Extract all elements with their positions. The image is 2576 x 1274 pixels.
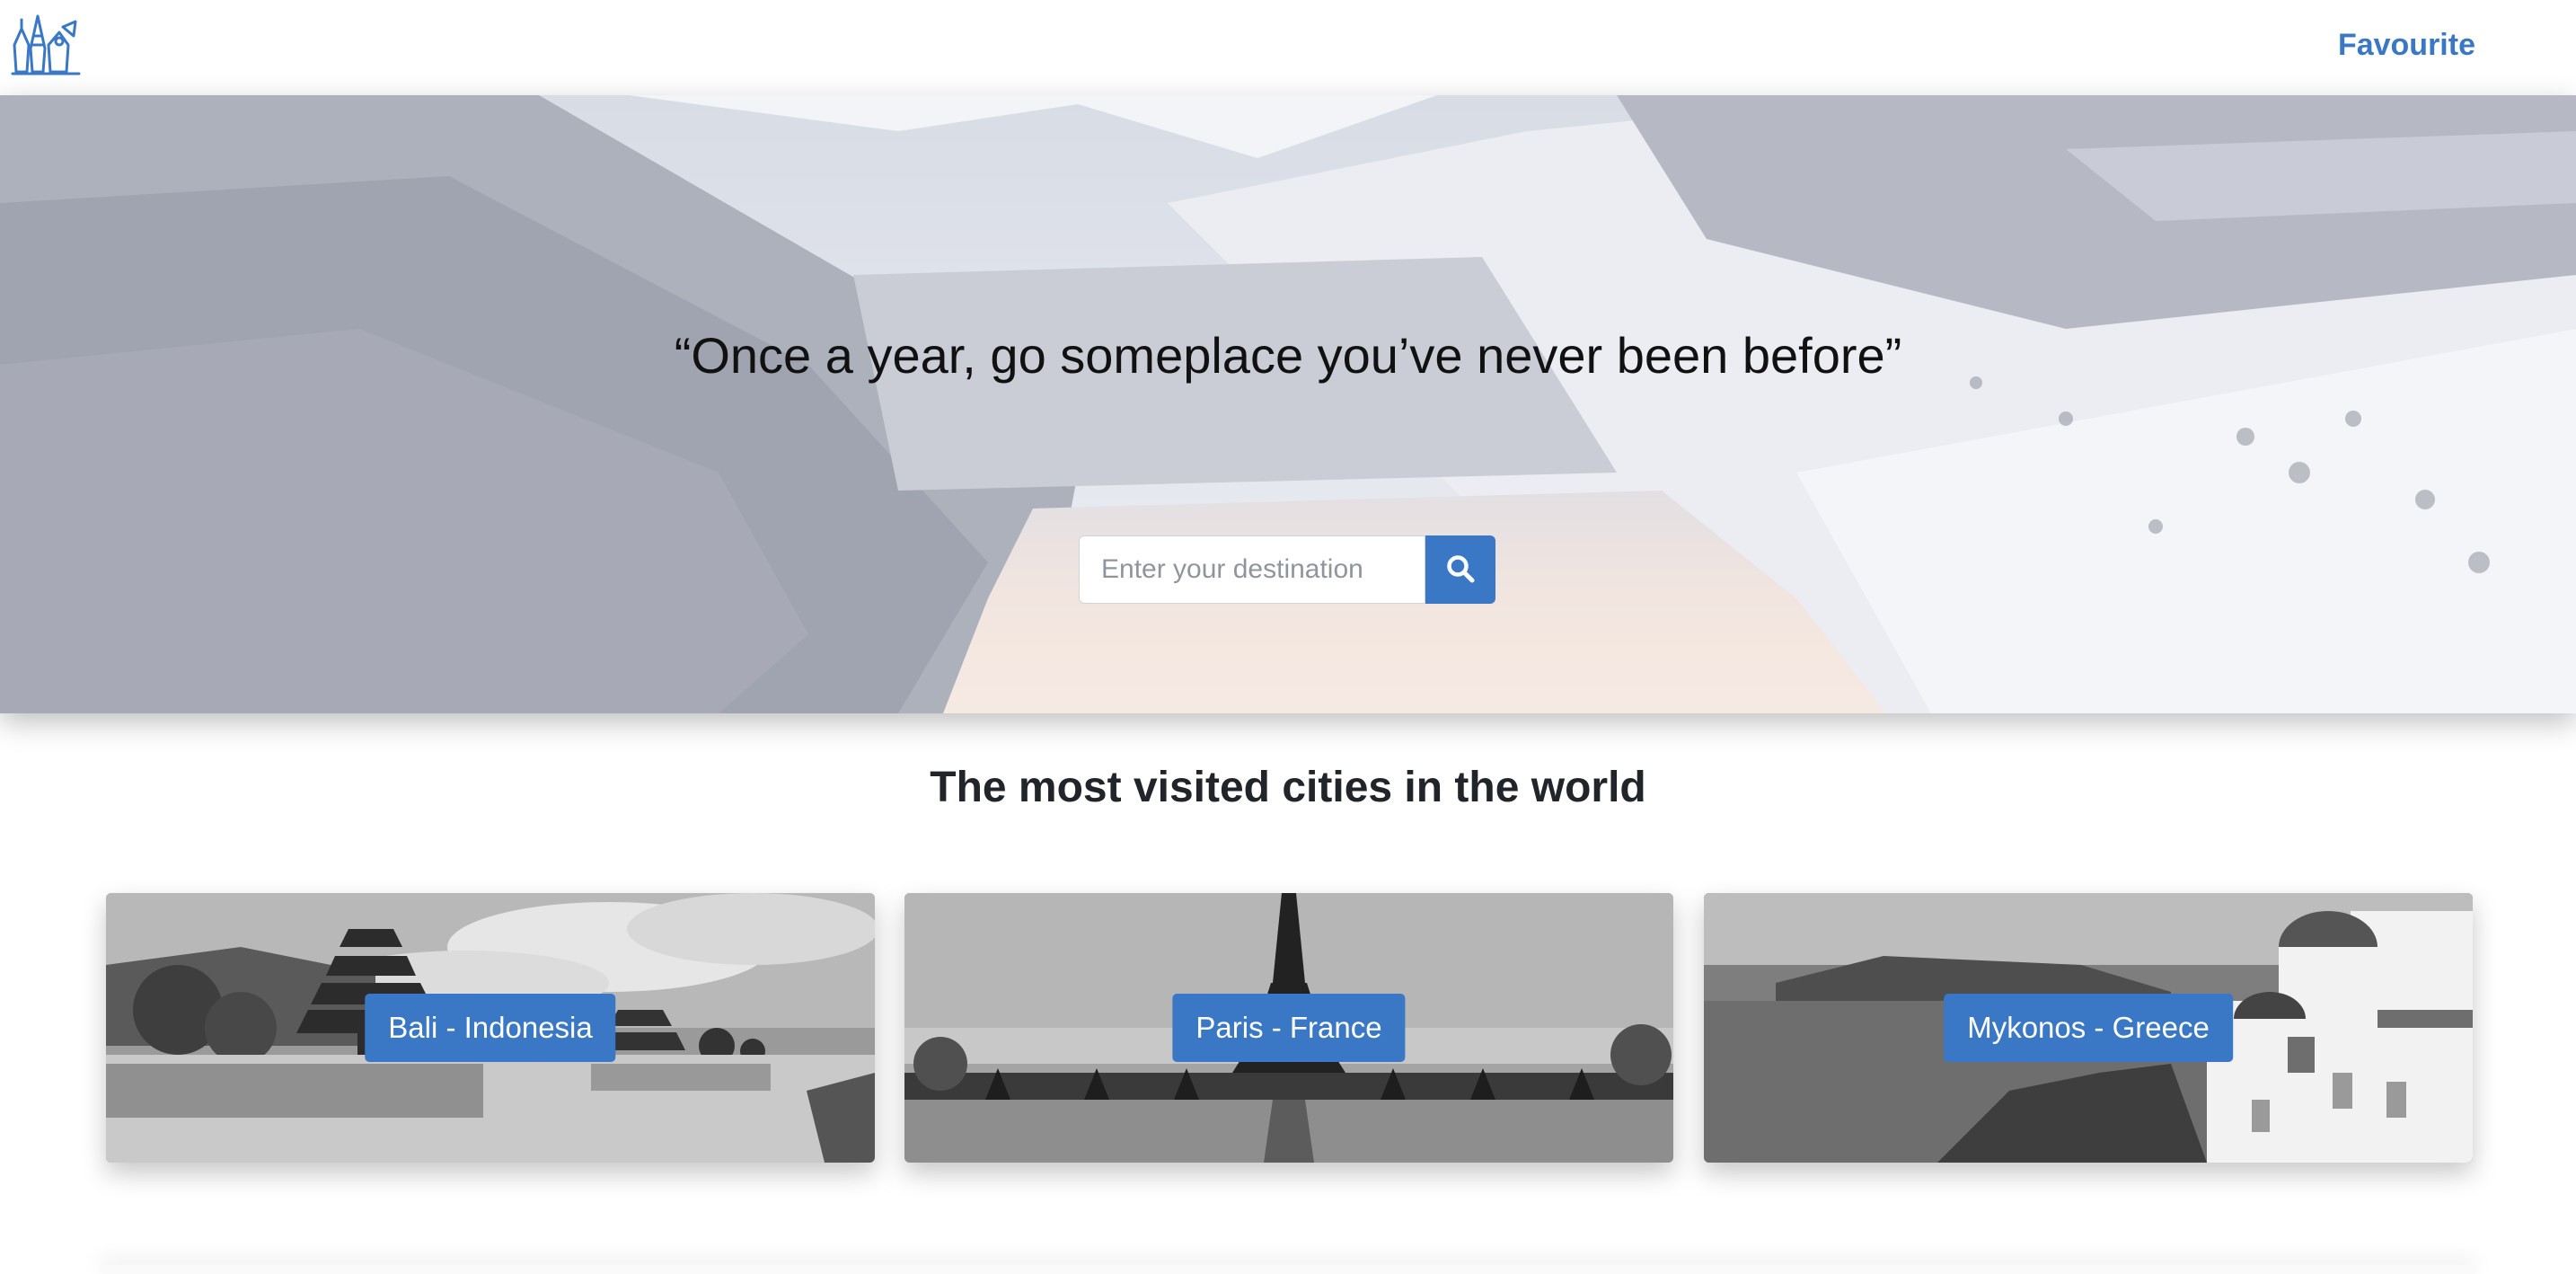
search-bar [1079,535,1495,604]
city-card-mykonos[interactable]: Mykonos - Greece [1704,893,2473,1163]
city-card-bali[interactable]: Bali - Indonesia [106,893,875,1163]
navbar: Favourite [0,0,2576,95]
travel-landmarks-logo-icon[interactable] [9,9,83,81]
next-section-edge [99,1265,2477,1274]
city-label-mykonos: Mykonos - Greece [1944,994,2233,1062]
section-title: The most visited cities in the world [930,764,1646,811]
city-label-paris: Paris - France [1172,994,1406,1062]
hero-banner: “Once a year, go someplace you’ve never … [0,95,2576,713]
search-button[interactable] [1425,535,1495,604]
search-icon [1445,553,1476,587]
destination-search-input[interactable] [1079,535,1425,604]
city-card-paris[interactable]: Paris - France [904,893,1673,1163]
favourite-nav-link[interactable]: Favourite [2338,27,2475,63]
hero-overlay [0,95,2576,713]
city-label-bali: Bali - Indonesia [365,994,616,1062]
hero-quote: “Once a year, go someplace you’ve never … [674,327,1902,384]
